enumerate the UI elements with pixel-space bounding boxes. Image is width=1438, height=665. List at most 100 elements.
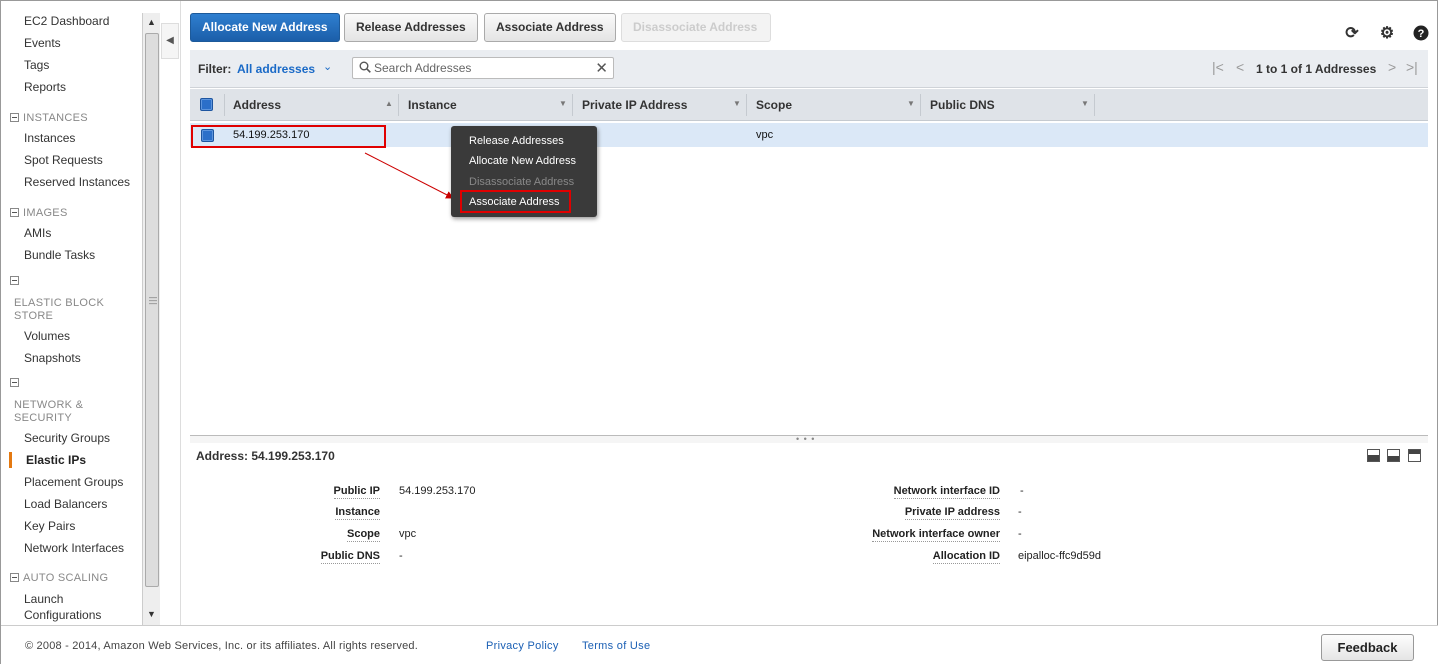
- detail-label-instance: Instance: [335, 506, 380, 520]
- last-page-icon[interactable]: >|: [1406, 59, 1418, 75]
- footer: © 2008 - 2014, Amazon Web Services, Inc.…: [1, 625, 1438, 665]
- release-addresses-button[interactable]: Release Addresses: [344, 13, 478, 42]
- chevron-down-icon[interactable]: ▼: [907, 99, 915, 108]
- sidebar-item-network-interfaces[interactable]: Network Interfaces: [24, 541, 124, 555]
- column-separator: [224, 94, 225, 116]
- sidebar-item-key-pairs[interactable]: Key Pairs: [24, 519, 75, 533]
- collapse-sidebar-button[interactable]: ◀: [161, 23, 179, 59]
- sidebar-item-ec2-dashboard[interactable]: EC2 Dashboard: [24, 14, 109, 28]
- refresh-icon[interactable]: ⟳: [1343, 25, 1361, 43]
- gear-icon[interactable]: ⚙: [1378, 25, 1396, 43]
- section-autoscaling-header[interactable]: AUTO SCALING: [10, 572, 108, 584]
- search-input[interactable]: [374, 60, 594, 76]
- column-header-public-dns[interactable]: Public DNS: [930, 98, 995, 112]
- sidebar-item-configurations[interactable]: Configurations: [24, 608, 101, 622]
- pagination-text: 1 to 1 of 1 Addresses: [1256, 62, 1377, 76]
- svg-text:?: ?: [1418, 28, 1425, 40]
- annotation-highlight-menu-item: [460, 190, 571, 213]
- disassociate-address-button[interactable]: Disassociate Address: [621, 13, 771, 42]
- sidebar-item-security-groups[interactable]: Security Groups: [24, 431, 110, 445]
- detail-value-scope: vpc: [399, 528, 417, 540]
- column-separator: [1094, 94, 1095, 116]
- scroll-up-icon[interactable]: ▲: [143, 13, 160, 31]
- sort-asc-icon[interactable]: ▲: [385, 99, 393, 108]
- sidebar-nav: EC2 Dashboard Events Tags Reports INSTAN…: [1, 1, 143, 625]
- select-all-checkbox[interactable]: [200, 98, 213, 111]
- section-images-header[interactable]: IMAGES: [10, 207, 68, 219]
- sidebar-item-placement-groups[interactable]: Placement Groups: [24, 475, 123, 489]
- detail-value-public-dns: -: [399, 550, 403, 562]
- grip-icon: — — —: [149, 293, 157, 308]
- active-indicator: [9, 452, 12, 468]
- collapse-icon[interactable]: [10, 273, 19, 287]
- section-network-header: NETWORK & SECURITY: [14, 399, 84, 424]
- grip-icon: • • •: [796, 434, 816, 444]
- sidebar-item-reports[interactable]: Reports: [24, 80, 66, 94]
- sidebar-item-launch[interactable]: Launch: [24, 592, 63, 606]
- context-menu-disassociate-address[interactable]: Disassociate Address: [469, 176, 574, 188]
- search-icon: [359, 61, 371, 73]
- detail-value-network-interface-owner: -: [1018, 528, 1022, 540]
- next-page-icon[interactable]: >: [1388, 59, 1396, 75]
- filter-dropdown[interactable]: All addresses: [237, 62, 315, 76]
- section-ebs-header: ELASTIC BLOCK STORE: [14, 297, 105, 322]
- sidebar-scrollbar[interactable]: ▲ — — — ▼: [142, 13, 160, 625]
- layout-bottom-icon[interactable]: [1367, 449, 1380, 462]
- scrollbar-thumb[interactable]: — — —: [145, 33, 159, 587]
- scroll-down-icon[interactable]: ▼: [143, 605, 160, 623]
- chevron-down-icon[interactable]: ▼: [1081, 99, 1089, 108]
- help-icon[interactable]: ?: [1412, 25, 1430, 43]
- privacy-policy-link[interactable]: Privacy Policy: [486, 640, 559, 652]
- sidebar-item-volumes[interactable]: Volumes: [24, 329, 70, 343]
- pane-splitter[interactable]: • • •: [190, 434, 1428, 444]
- detail-label-allocation-id: Allocation ID: [932, 550, 1000, 564]
- chevron-down-icon[interactable]: ▼: [559, 99, 567, 108]
- detail-value-allocation-id: eipalloc-ffc9d59d: [1018, 550, 1101, 562]
- context-menu-allocate-new-address[interactable]: Allocate New Address: [469, 155, 576, 167]
- details-title: Address: 54.199.253.170: [196, 449, 335, 463]
- search-box[interactable]: ✕: [352, 57, 614, 79]
- column-separator: [572, 94, 573, 116]
- sidebar-item-load-balancers[interactable]: Load Balancers: [24, 497, 107, 511]
- layout-split-icon[interactable]: [1387, 449, 1400, 462]
- filter-label: Filter:: [198, 62, 232, 76]
- sidebar-item-tags[interactable]: Tags: [24, 58, 49, 72]
- allocate-new-address-button[interactable]: Allocate New Address: [190, 13, 340, 42]
- sidebar-item-amis[interactable]: AMIs: [24, 226, 51, 240]
- column-header-address[interactable]: Address: [233, 98, 281, 112]
- detail-value-private-ip-address: -: [1018, 506, 1022, 518]
- context-menu-release-addresses[interactable]: Release Addresses: [469, 135, 564, 147]
- detail-label-public-dns: Public DNS: [320, 550, 380, 564]
- sidebar-item-snapshots[interactable]: Snapshots: [24, 351, 81, 365]
- associate-address-button[interactable]: Associate Address: [484, 13, 616, 42]
- column-separator: [398, 94, 399, 116]
- collapse-icon[interactable]: [10, 208, 19, 217]
- section-instances-header[interactable]: INSTANCES: [10, 112, 88, 124]
- annotation-arrow: [364, 152, 454, 199]
- detail-label-public-ip: Public IP: [333, 485, 380, 499]
- column-header-instance[interactable]: Instance: [408, 98, 457, 112]
- prev-page-icon[interactable]: <: [1236, 59, 1244, 75]
- terms-of-use-link[interactable]: Terms of Use: [582, 640, 650, 652]
- sidebar-item-bundle-tasks[interactable]: Bundle Tasks: [24, 248, 95, 262]
- sidebar-item-spot-requests[interactable]: Spot Requests: [24, 153, 103, 167]
- layout-top-icon[interactable]: [1408, 449, 1421, 462]
- sidebar-item-instances[interactable]: Instances: [24, 131, 75, 145]
- detail-label-network-interface-id: Network interface ID: [893, 485, 1000, 499]
- chevron-down-icon[interactable]: ▼: [733, 99, 741, 108]
- chevron-down-icon[interactable]: ⌄: [323, 60, 332, 73]
- collapse-icon[interactable]: [10, 113, 19, 122]
- detail-value-network-interface-id: -: [1020, 485, 1024, 497]
- detail-label-private-ip-address: Private IP address: [904, 506, 1000, 520]
- sidebar-item-elastic-ips[interactable]: Elastic IPs: [26, 453, 86, 467]
- sidebar-item-reserved-instances[interactable]: Reserved Instances: [24, 175, 130, 189]
- collapse-icon[interactable]: [10, 375, 19, 389]
- table-header: Address ▲ Instance ▼ Private IP Address …: [190, 89, 1428, 121]
- column-header-private-ip[interactable]: Private IP Address: [582, 98, 687, 112]
- column-header-scope[interactable]: Scope: [756, 98, 792, 112]
- close-icon[interactable]: ✕: [595, 59, 608, 77]
- feedback-button[interactable]: Feedback: [1321, 634, 1414, 661]
- first-page-icon[interactable]: |<: [1212, 59, 1224, 75]
- collapse-icon[interactable]: [10, 573, 19, 582]
- sidebar-item-events[interactable]: Events: [24, 36, 61, 50]
